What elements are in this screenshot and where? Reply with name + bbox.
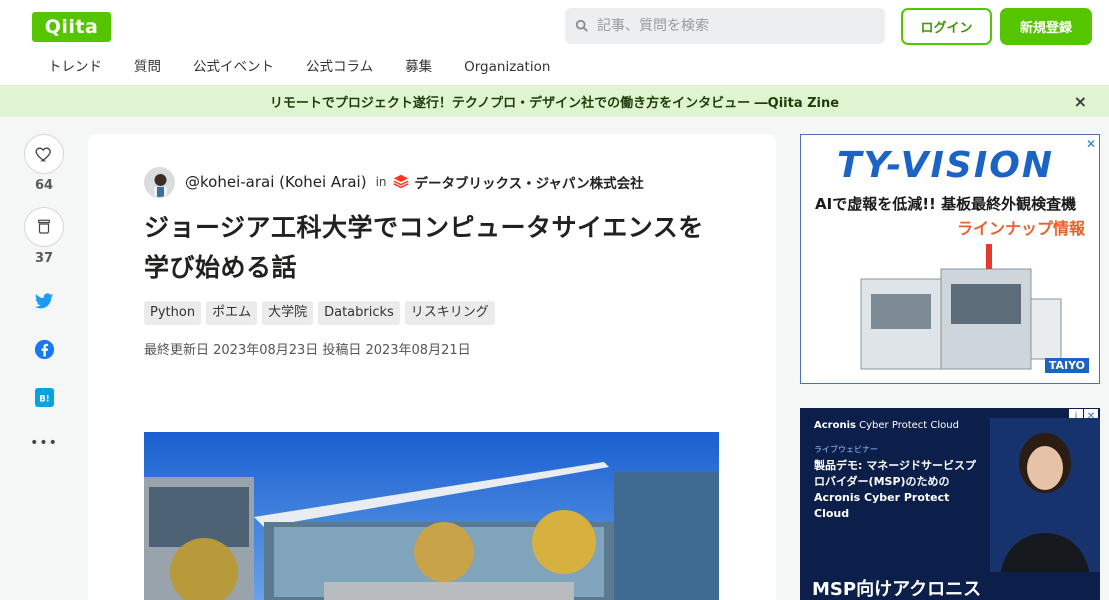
like-button[interactable] <box>24 134 64 174</box>
ad-headline: AIで虚報を低減!! 基板最終外観検査機 <box>815 195 1077 213</box>
nav-trend[interactable]: トレンド <box>32 56 118 78</box>
article-dates: 最終更新日 2023年08月23日 投稿日 2023年08月21日 <box>144 339 475 358</box>
ad-person-image <box>990 418 1100 578</box>
ad-banner-acronis[interactable]: i ✕ Acronis Cyber Protect Cloud ライブウェビナー… <box>800 408 1100 600</box>
campus-building-image <box>144 432 719 600</box>
stock-button[interactable] <box>24 207 64 247</box>
svg-text:B!: B! <box>39 394 49 404</box>
in-label: in <box>375 175 387 189</box>
qiita-logo[interactable]: Qiita <box>32 12 111 42</box>
avatar-image <box>145 167 174 197</box>
ad-banner-ty-vision[interactable]: ✕ TY-VISION AIで虚報を低減!! 基板最終外観検査機 ラインナップ情… <box>800 134 1100 384</box>
tag-reskilling[interactable]: リスキリング <box>404 301 495 325</box>
article-title: ジョージア工科大学でコンピュータサイエンスを学び始める話 <box>144 213 704 282</box>
nav-questions[interactable]: 質問 <box>118 56 177 78</box>
stock-icon <box>38 219 50 234</box>
ad-close-icon[interactable]: ✕ <box>1086 137 1096 151</box>
tag-poem[interactable]: ポエム <box>206 301 258 325</box>
nav-recruit[interactable]: 募集 <box>389 56 448 78</box>
heart-icon <box>35 147 51 162</box>
search-box[interactable] <box>565 8 885 44</box>
databricks-logo-icon <box>392 174 409 189</box>
announcement-banner[interactable]: リモートでプロジェクト遂行！テクノプロ・デザイン社での働き方をインタビュー ―Q… <box>0 86 1109 117</box>
ad-bottom-text: MSP向けアクロニス <box>800 572 1100 600</box>
facebook-icon <box>34 339 54 359</box>
tag-databricks[interactable]: Databricks <box>318 301 400 325</box>
login-button[interactable]: ログイン <box>901 8 992 45</box>
twitter-share-button[interactable] <box>22 290 66 312</box>
nav-organization[interactable]: Organization <box>448 56 566 78</box>
article-card: @kohei-arai (Kohei Arai) in データブリックス・ジャパ… <box>88 134 776 600</box>
banner-text[interactable]: リモートでプロジェクト遂行！テクノプロ・デザイン社での働き方をインタビュー ―Q… <box>270 92 839 111</box>
hero-image <box>144 432 719 600</box>
avatar[interactable] <box>144 166 175 198</box>
ad-live-label: ライブウェビナー <box>814 445 878 454</box>
author-row: @kohei-arai (Kohei Arai) in データブリックス・ジャパ… <box>144 166 644 198</box>
tag-graduate-school[interactable]: 大学院 <box>262 301 314 325</box>
stock-count: 37 <box>34 251 54 266</box>
like-count: 64 <box>34 178 54 193</box>
more-options-icon[interactable]: ••• <box>22 432 66 454</box>
updated-date: 最終更新日 2023年08月23日 <box>144 343 319 358</box>
ad-brand: TY-VISION <box>837 145 1054 186</box>
search-icon <box>575 19 588 32</box>
facebook-share-button[interactable] <box>22 338 66 360</box>
nav-official-events[interactable]: 公式イベント <box>177 56 290 78</box>
hatena-share-button[interactable]: B! <box>22 386 66 408</box>
tag-list: Python ポエム 大学院 Databricks リスキリング <box>144 301 500 325</box>
article-actions: 64 37 B! ••• <box>22 134 66 454</box>
tag-python[interactable]: Python <box>144 301 202 325</box>
ad-maker-logo: TAIYO <box>1044 358 1089 373</box>
site-header: Qiita ログイン 新規登録 トレンド 質問 公式イベント 公式コラム 募集 … <box>0 0 1109 86</box>
main-nav: トレンド 質問 公式イベント 公式コラム 募集 Organization <box>32 56 566 78</box>
inspection-machine-image <box>860 244 1062 370</box>
search-input[interactable] <box>597 18 867 34</box>
ad-subheadline: ラインナップ情報 <box>956 219 1085 238</box>
signup-button[interactable]: 新規登録 <box>1000 8 1092 45</box>
organization-name[interactable]: データブリックス・ジャパン株式会社 <box>415 172 644 192</box>
hatena-bookmark-icon: B! <box>34 387 54 407</box>
ad-brand: Acronis Cyber Protect Cloud <box>814 420 959 431</box>
twitter-icon <box>34 292 54 308</box>
ad-body: 製品デモ: マネージドサービスプロバイダー(MSP)のためのAcronis Cy… <box>814 459 977 520</box>
posted-date: 投稿日 2023年08月21日 <box>322 343 471 358</box>
nav-official-columns[interactable]: 公式コラム <box>290 56 389 78</box>
close-icon[interactable]: × <box>1074 92 1087 111</box>
author-name[interactable]: @kohei-arai (Kohei Arai) <box>185 173 367 191</box>
